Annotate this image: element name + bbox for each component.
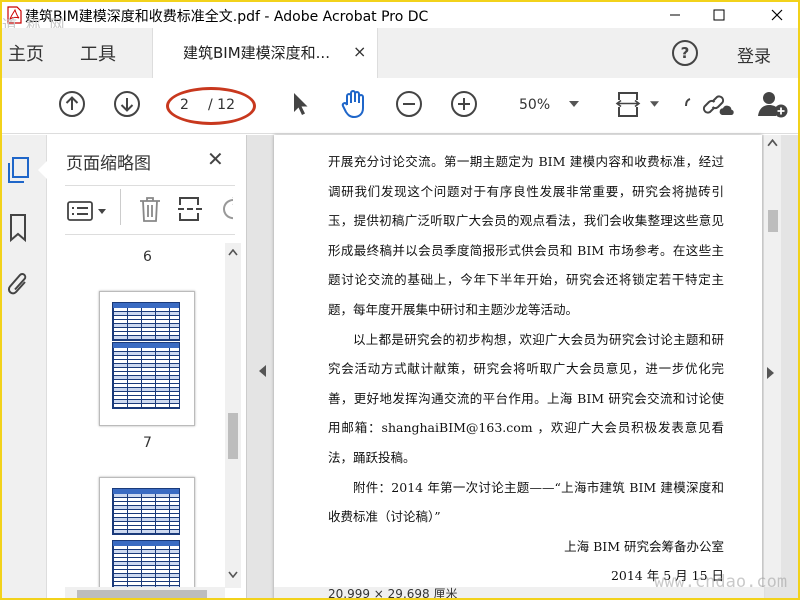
title-bar: 建筑BIM建模深度和收费标准全文.pdf - Adobe Acrobat Pro… [2, 2, 798, 34]
document-vertical-scrollbar[interactable] [764, 135, 781, 587]
thumbnails-icon [8, 157, 29, 183]
scroll-up-arrow-icon[interactable] [767, 139, 778, 147]
zoom-dropdown-button[interactable] [564, 88, 584, 120]
scrollbar-thumb[interactable] [228, 413, 238, 459]
thumbnail-horizontal-scrollbar[interactable] [65, 587, 225, 598]
thumbnail-options-button[interactable] [67, 200, 109, 226]
document-paragraph: 开展充分讨论交流。第一期主题定为 BIM 建模内容和收费标准，经过调研我们发现这… [328, 154, 724, 317]
thumbnails-panel: 页面缩略图 ✕ 6 7 [47, 135, 247, 598]
plus-circle-icon [451, 91, 477, 117]
zoom-level-select[interactable]: 50% [519, 97, 550, 113]
rotate-page-button[interactable] [219, 195, 233, 227]
active-pointer-icon [38, 161, 47, 179]
attachments-button[interactable] [7, 270, 31, 304]
extract-pages-button[interactable] [177, 195, 205, 227]
pdf-page: 开展充分讨论交流。第一期主题定为 BIM 建模内容和收费标准，经过调研我们发现这… [274, 135, 762, 598]
delete-page-button[interactable] [137, 195, 163, 227]
toolbar-divider [120, 189, 121, 225]
page-thumbnails-button[interactable] [6, 155, 32, 189]
document-text: 开展充分讨论交流。第一期主题定为 BIM 建模内容和收费标准，经过调研我们发现这… [328, 147, 724, 591]
add-person-icon [758, 92, 788, 118]
page-split-icon [178, 197, 202, 221]
document-paragraph: 附件：2014 年第一次讨论主题——“上海市建筑 BIM 建模深度和收费标准（讨… [328, 479, 724, 525]
thumbnail-page-label: 7 [143, 435, 152, 451]
collapse-right-arrow-icon[interactable] [767, 367, 775, 379]
share-link-button[interactable] [702, 88, 734, 120]
tab-document[interactable]: 建筑BIM建模深度和... × [152, 28, 378, 78]
arrow-up-circle-icon [59, 91, 85, 117]
document-viewport: 开展充分讨论交流。第一期主题定为 BIM 建模内容和收费标准，经过调研我们发现这… [247, 135, 798, 600]
thumbnail-list: 6 7 [47, 243, 225, 588]
app-window: 建筑BIM建模深度和收费标准全文.pdf - Adobe Acrobat Pro… [0, 0, 800, 600]
arrow-down-circle-icon [114, 91, 140, 117]
zoom-out-button[interactable] [393, 88, 425, 120]
scrollbar-thumb[interactable] [77, 590, 207, 598]
hand-tool-button[interactable] [338, 88, 370, 120]
thumbnail-page-label: 6 [143, 249, 152, 265]
quote-mark-icon [685, 98, 691, 107]
chevron-down-icon [569, 101, 579, 107]
panel-title: 页面缩略图 [66, 154, 151, 174]
add-user-button[interactable] [757, 88, 789, 120]
maximize-icon [713, 9, 725, 21]
document-tab-label: 建筑BIM建模深度和... [183, 44, 330, 62]
chevron-down-icon [649, 101, 659, 107]
thumbnail-page-7[interactable] [99, 477, 195, 588]
collapse-panel-arrow-icon[interactable] [259, 365, 267, 377]
page-dimensions: 20.999 × 29.698 厘米 [328, 587, 458, 600]
thumbnail-table [112, 302, 180, 341]
close-window-button[interactable] [754, 2, 798, 28]
bookmarks-button[interactable] [8, 213, 28, 247]
zoom-in-button[interactable] [448, 88, 480, 120]
select-tool-button[interactable] [284, 88, 316, 120]
rotate-icon [223, 197, 233, 220]
thumbnail-vertical-scrollbar[interactable] [225, 243, 241, 588]
fit-page-dropdown-button[interactable] [646, 88, 662, 120]
list-options-icon [67, 201, 106, 221]
panel-toolbar [65, 185, 235, 235]
scroll-down-arrow-icon[interactable] [228, 571, 238, 578]
tab-home[interactable]: 主页 [8, 40, 44, 66]
hand-icon [341, 90, 364, 118]
watermark-bottomright: www.cndao.com [654, 572, 788, 592]
minus-circle-icon [396, 91, 422, 117]
navigation-rail [2, 135, 47, 598]
close-icon [771, 9, 783, 21]
document-paragraph: 上海 BIM 研究会筹备办公室 [564, 538, 724, 554]
thumbnail-table [112, 342, 180, 409]
minimize-button[interactable] [652, 2, 698, 28]
more-tools-button[interactable] [682, 88, 694, 120]
main-toolbar: 2 / 12 50% [2, 78, 798, 134]
link-cloud-icon [702, 95, 734, 115]
maximize-button[interactable] [696, 2, 742, 28]
previous-page-button[interactable] [56, 88, 88, 120]
fit-page-icon [615, 92, 641, 117]
thumbnail-table [112, 540, 180, 588]
tab-tools[interactable]: 工具 [80, 40, 116, 66]
highlight-annotation-oval [166, 87, 256, 125]
trash-icon [140, 197, 160, 222]
document-tab-close-button[interactable]: × [353, 42, 366, 61]
document-paragraph: 以上都是研究会的初步构想，欢迎广大会员为研究会讨论主题和研究会活动方式献计献策，… [328, 331, 724, 465]
scroll-up-arrow-icon[interactable] [228, 249, 238, 256]
thumbnail-table [112, 488, 180, 535]
paperclip-icon [7, 273, 27, 295]
next-page-button[interactable] [111, 88, 143, 120]
help-button[interactable]: ? [672, 40, 698, 66]
bookmark-icon [10, 214, 26, 243]
scrollbar-thumb[interactable] [768, 210, 778, 232]
panel-close-button[interactable]: ✕ [207, 147, 224, 171]
thumbnail-page-6[interactable] [99, 291, 195, 426]
login-button[interactable]: 登录 [737, 42, 771, 67]
fit-page-button[interactable] [614, 88, 646, 120]
cursor-arrow-icon [294, 93, 308, 115]
tab-bar: 主页 工具 建筑BIM建模深度和... × ? 登录 [2, 28, 798, 78]
minimize-icon [670, 14, 680, 16]
window-title: 建筑BIM建模深度和收费标准全文.pdf - Adobe Acrobat Pro… [25, 9, 429, 25]
